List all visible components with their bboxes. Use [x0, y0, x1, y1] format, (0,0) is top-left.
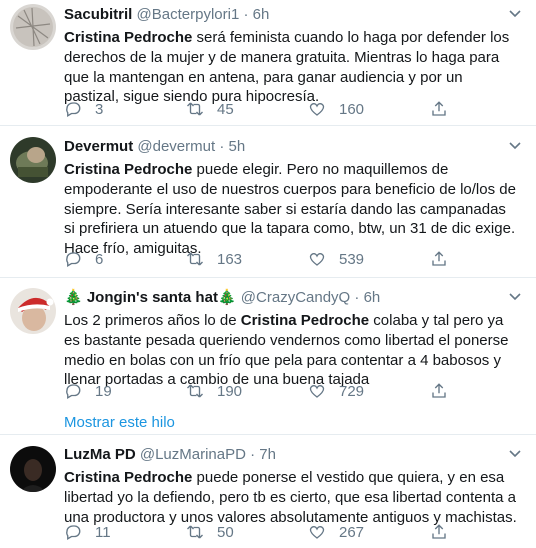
- share-button[interactable]: [430, 100, 461, 118]
- retweet-button[interactable]: 50: [186, 523, 234, 541]
- avatar[interactable]: [10, 4, 56, 50]
- tweet-text-pre: Los 2 primeros años lo de: [64, 312, 241, 329]
- share-icon: [432, 524, 446, 539]
- share-icon: [432, 101, 446, 116]
- share-icon: [432, 383, 446, 398]
- mention[interactable]: Cristina Pedroche: [64, 161, 192, 178]
- share-button[interactable]: [430, 250, 461, 268]
- like-button[interactable]: 539: [308, 250, 364, 268]
- reply-button[interactable]: 11: [64, 523, 111, 541]
- author-handle[interactable]: @LuzMarinaPD: [140, 446, 246, 463]
- tweet-text: Cristina Pedroche puede elegir. Pero no …: [64, 160, 520, 259]
- author-name[interactable]: LuzMa PD: [64, 446, 136, 463]
- chevron-down-icon[interactable]: [508, 289, 522, 303]
- like-count: 267: [339, 523, 365, 541]
- tweet-2[interactable]: Devermut @devermut · 5h Cristina Pedroch…: [0, 126, 536, 276]
- retweet-icon: [187, 384, 203, 398]
- retweet-button[interactable]: 190: [186, 382, 242, 400]
- retweet-count: 163: [217, 250, 243, 268]
- chevron-down-icon[interactable]: [508, 446, 522, 460]
- retweet-count: 45: [217, 100, 234, 118]
- reply-icon: [66, 252, 81, 267]
- mention[interactable]: Cristina Pedroche: [64, 469, 192, 486]
- retweet-button[interactable]: 45: [186, 100, 234, 118]
- reply-count: 11: [95, 523, 111, 541]
- tweet-1[interactable]: Sacubitril @Bacterpylori1 · 6h Cristina …: [0, 0, 536, 124]
- share-button[interactable]: [430, 523, 461, 541]
- author-handle[interactable]: @Bacterpylori1: [137, 6, 240, 23]
- avatar[interactable]: [10, 446, 56, 492]
- reply-count: 3: [95, 100, 104, 118]
- retweet-button[interactable]: 163: [186, 250, 242, 268]
- retweet-count: 190: [217, 382, 243, 400]
- timestamp[interactable]: 6h: [253, 6, 270, 23]
- separator-dot: ·: [250, 446, 256, 463]
- reply-count: 19: [95, 382, 112, 400]
- heart-icon: [309, 384, 325, 398]
- heart-icon: [309, 252, 325, 266]
- author-name[interactable]: Sacubitril: [64, 6, 132, 23]
- avatar[interactable]: [10, 288, 56, 334]
- retweet-icon: [187, 102, 203, 116]
- share-icon: [432, 251, 446, 266]
- retweet-icon: [187, 252, 203, 266]
- like-button[interactable]: 267: [308, 523, 364, 541]
- timestamp[interactable]: 7h: [259, 446, 276, 463]
- author-handle[interactable]: @CrazyCandyQ: [241, 289, 350, 306]
- separator-dot: ·: [243, 6, 249, 23]
- like-button[interactable]: 729: [308, 382, 364, 400]
- chevron-down-icon[interactable]: [508, 6, 522, 20]
- mention[interactable]: Cristina Pedroche: [241, 312, 369, 329]
- reply-button[interactable]: 3: [64, 100, 103, 118]
- show-thread-link[interactable]: Mostrar este hilo: [64, 414, 175, 431]
- reply-button[interactable]: 19: [64, 382, 112, 400]
- like-count: 729: [339, 382, 365, 400]
- like-count: 160: [339, 100, 365, 118]
- author-name[interactable]: 🎄 Jongin's santa hat🎄: [64, 289, 237, 306]
- separator-dot: ·: [354, 289, 360, 306]
- tweet-text: Cristina Pedroche será feminista cuando …: [64, 28, 520, 107]
- like-button[interactable]: 160: [308, 100, 364, 118]
- avatar[interactable]: [10, 137, 56, 183]
- separator-dot: ·: [219, 138, 225, 155]
- tweet-4[interactable]: LuzMa PD @LuzMarinaPD · 7h Cristina Pedr…: [0, 435, 536, 548]
- author-handle[interactable]: @devermut: [137, 138, 215, 155]
- retweet-icon: [187, 525, 203, 539]
- tweet-text: Cristina Pedroche puede ponerse el vesti…: [64, 468, 520, 527]
- timestamp[interactable]: 5h: [228, 138, 245, 155]
- tweet-3[interactable]: 🎄 Jongin's santa hat🎄 @CrazyCandyQ · 6h …: [0, 278, 536, 434]
- reply-count: 6: [95, 250, 104, 268]
- author-name[interactable]: Devermut: [64, 138, 133, 155]
- share-button[interactable]: [430, 382, 461, 400]
- heart-icon: [309, 102, 325, 116]
- like-count: 539: [339, 250, 365, 268]
- reply-button[interactable]: 6: [64, 250, 103, 268]
- heart-icon: [309, 525, 325, 539]
- chevron-down-icon[interactable]: [508, 138, 522, 152]
- reply-icon: [66, 525, 81, 540]
- mention[interactable]: Cristina Pedroche: [64, 29, 192, 46]
- retweet-count: 50: [217, 523, 234, 541]
- reply-icon: [66, 384, 81, 399]
- reply-icon: [66, 102, 81, 117]
- timestamp[interactable]: 6h: [364, 289, 381, 306]
- tweet-text: Los 2 primeros años lo de Cristina Pedro…: [64, 311, 520, 390]
